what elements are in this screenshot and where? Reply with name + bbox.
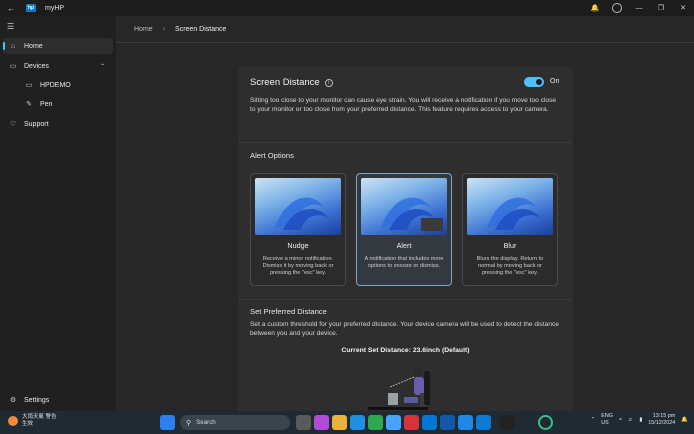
wifi-icon[interactable]: ≈ xyxy=(619,417,622,423)
sidebar-item-pen[interactable]: ✎ Pen xyxy=(3,96,113,112)
account-avatar-icon[interactable] xyxy=(612,3,622,13)
taskbar-search-box[interactable]: ⚲ Search xyxy=(180,415,290,430)
start-windows-icon[interactable] xyxy=(160,415,175,430)
option-title: Alert xyxy=(396,241,412,250)
divider xyxy=(238,299,573,300)
home-icon: ⌂ xyxy=(10,42,16,50)
search-placeholder: Search xyxy=(196,419,216,426)
divider xyxy=(238,142,573,143)
sidebar-item-label: Settings xyxy=(24,396,50,404)
media-player-icon[interactable] xyxy=(500,415,515,430)
store-icon[interactable] xyxy=(386,415,401,430)
weather-text: 大雨天氣 警告 生效 xyxy=(22,414,57,428)
sidebar: ☰ ⌂ Home ▭ Devices ⌃ ▭ HPDEMO ✎ Pen ♡ Su… xyxy=(0,16,116,411)
support-icon: ♡ xyxy=(9,121,17,128)
screen-distance-toggle[interactable] xyxy=(524,77,544,87)
gear-icon: ⚙ xyxy=(9,397,17,404)
option-description: Receive a minor notification. Dismiss it… xyxy=(262,256,334,277)
hp-logo-icon: hp xyxy=(26,4,36,12)
clock[interactable]: 13:15 pm 15/12/2024 xyxy=(648,413,675,427)
sidebar-item-devices[interactable]: ▭ Devices ⌃ xyxy=(3,58,113,74)
volume-icon[interactable]: ♬ xyxy=(628,417,633,423)
toggle-state-label: On xyxy=(550,78,560,85)
lang-line2: US xyxy=(601,420,609,426)
info-icon[interactable]: i xyxy=(324,78,333,87)
chevron-right-icon: › xyxy=(162,25,166,33)
close-icon[interactable]: ✕ xyxy=(672,4,694,12)
task-view-icon[interactable] xyxy=(296,415,311,430)
outlook-icon[interactable] xyxy=(422,415,437,430)
breadcrumb: Home › Screen Distance xyxy=(116,16,694,43)
alert-options-title: Alert Options xyxy=(250,151,294,160)
windows-wallpaper-image xyxy=(255,178,341,235)
sidebar-item-label: Devices xyxy=(24,62,49,70)
weather-icon xyxy=(8,416,18,426)
windows-taskbar: 大雨天氣 警告 生效 ⚲ Search ⌃ ENG US ≈ ♬ ▮ 13:15… xyxy=(0,411,694,434)
current-distance-label: Current Set Distance: 23.6inch (Default) xyxy=(341,347,470,354)
feature-description: Sitting too close to your monitor can ca… xyxy=(250,97,557,113)
chrome-icon[interactable] xyxy=(368,415,383,430)
option-blur[interactable]: Blur Blurs the display. Return to normal… xyxy=(462,173,558,286)
devices-icon: ▭ xyxy=(9,63,17,70)
clock-date: 15/12/2024 xyxy=(648,420,676,426)
option-description: A notification that includes more option… xyxy=(364,256,444,270)
chevron-up-icon[interactable]: ⌃ xyxy=(591,417,596,423)
myhp-taskbar-icon[interactable] xyxy=(476,415,491,430)
sidebar-item-hpdemo[interactable]: ▭ HPDEMO xyxy=(3,77,113,93)
preferred-distance-title: Set Preferred Distance xyxy=(250,307,327,316)
file-explorer-icon[interactable] xyxy=(332,415,347,430)
window-controls: 🔔 — ❐ ✕ xyxy=(584,3,694,13)
main-content: Home › Screen Distance Screen Distance i… xyxy=(116,16,694,417)
system-tray: ⌃ ENG US ≈ ♬ ▮ 13:15 pm 15/12/2024 🔔 xyxy=(591,413,688,427)
sidebar-item-support[interactable]: ♡ Support xyxy=(3,116,113,132)
restore-icon[interactable]: ❐ xyxy=(650,4,672,12)
option-description: Blurs the display. Return to normal by m… xyxy=(476,256,544,277)
app-title: myHP xyxy=(45,4,65,12)
minimize-icon[interactable]: — xyxy=(628,5,650,12)
hp-app-icon[interactable] xyxy=(458,415,473,430)
notification-icon[interactable]: 🔔 xyxy=(681,417,688,423)
sidebar-item-label: HPDEMO xyxy=(40,81,71,89)
notification-bell-icon[interactable]: 🔔 xyxy=(584,4,606,12)
screen-distance-card: Screen Distance i On Sitting too close t… xyxy=(238,67,573,417)
breadcrumb-home[interactable]: Home xyxy=(134,26,153,33)
breadcrumb-current: Screen Distance xyxy=(175,25,227,33)
option-alert[interactable]: Alert A notification that includes more … xyxy=(356,173,452,286)
search-icon: ⚲ xyxy=(186,419,192,427)
sidebar-item-label: Pen xyxy=(40,100,53,108)
language-indicator[interactable]: ENG US xyxy=(601,413,613,427)
copilot-icon[interactable] xyxy=(314,415,329,430)
battery-icon[interactable]: ▮ xyxy=(639,417,642,423)
laptop-icon: ▭ xyxy=(25,82,33,89)
weather-line2: 生效 xyxy=(22,421,34,427)
sidebar-item-home[interactable]: ⌂ Home xyxy=(3,38,113,54)
page-title-text: Screen Distance xyxy=(250,77,320,88)
sidebar-item-label: Support xyxy=(24,120,49,128)
back-arrow-icon[interactable]: ← xyxy=(0,4,22,13)
widget-status-icon[interactable] xyxy=(538,415,553,430)
option-title: Blur xyxy=(503,241,517,250)
option-nudge[interactable]: Nudge Receive a minor notification. Dism… xyxy=(250,173,346,286)
pen-icon: ✎ xyxy=(26,101,32,108)
preferred-distance-description: Set a custom threshold for your preferre… xyxy=(250,321,559,337)
weather-widget[interactable]: 大雨天氣 警告 生效 xyxy=(8,414,57,428)
photos-icon[interactable] xyxy=(440,415,455,430)
lang-line1: ENG xyxy=(601,413,613,419)
edge-icon[interactable] xyxy=(350,415,365,430)
sidebar-item-label: Home xyxy=(24,42,43,50)
windows-wallpaper-image xyxy=(361,178,447,235)
weather-line1: 大雨天氣 警告 xyxy=(22,414,57,420)
chevron-up-icon[interactable]: ⌃ xyxy=(100,63,105,70)
sidebar-item-settings[interactable]: ⚙ Settings xyxy=(3,392,113,408)
windows-wallpaper-image xyxy=(467,178,553,235)
page-title: Screen Distance i xyxy=(250,77,333,88)
title-bar: ← hp myHP 🔔 — ❐ ✕ xyxy=(0,0,694,16)
person-at-desk-illustration xyxy=(358,363,458,417)
toggle-knob xyxy=(536,79,542,85)
hamburger-menu-icon[interactable]: ☰ xyxy=(7,22,14,31)
option-title: Nudge xyxy=(287,241,309,250)
clock-time: 13:15 pm xyxy=(652,413,676,419)
mcafee-icon[interactable] xyxy=(404,415,419,430)
myhp-window: ← hp myHP 🔔 — ❐ ✕ ☰ ⌂ Home ▭ Devices ⌃ ▭… xyxy=(0,0,694,417)
